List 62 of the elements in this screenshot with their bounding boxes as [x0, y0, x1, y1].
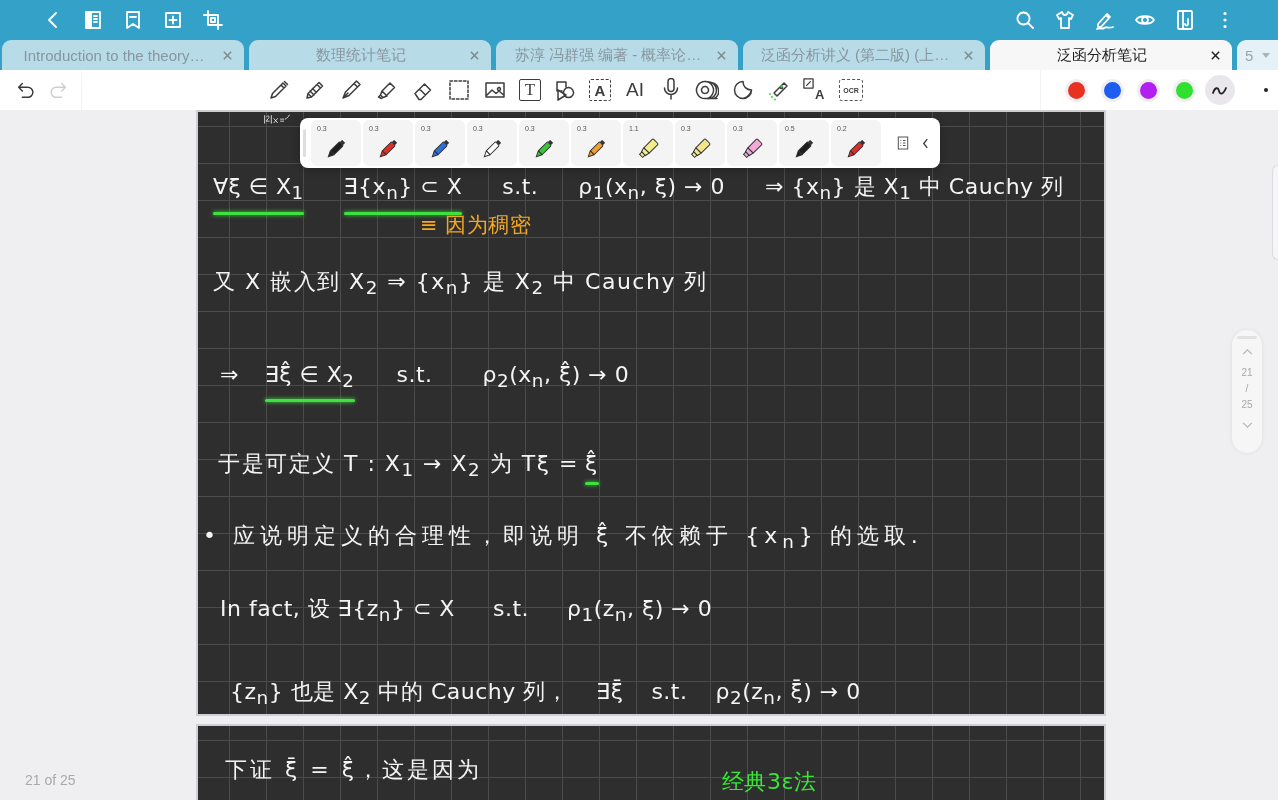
fountain-pen-icon[interactable]: [339, 78, 363, 102]
handwritten-text: ∃{x$_{n}$} ⊂ X: [343, 173, 463, 206]
stroke-style-icon[interactable]: [1205, 75, 1235, 105]
handwritten-text: ρ$_{2}$(x$_{n}$, ξ̂) → 0: [482, 360, 630, 394]
tape-roll-icon[interactable]: [695, 78, 719, 102]
color-swatch-icon[interactable]: [1101, 78, 1124, 102]
handwritten-text: 又 X 嵌入到 X$_{2}$ ⇒ {x$_{n}$} 是 X$_{2}$ 中 Cauchy 列: [213, 267, 708, 301]
handwritten-text: s.t.: [651, 677, 688, 706]
popup-grip[interactable]: [303, 129, 306, 157]
handwritten-text: ≡ 因为稠密: [420, 214, 532, 235]
handwritten-text: • 应说明定义的合理性，即说明 ξ̂ 不依赖于 {x$_{n}$} 的选取.: [203, 521, 923, 555]
add-page-icon[interactable]: [162, 9, 184, 31]
handwritten-text: 下证 ξ̄ = ξ̂，这是因为: [225, 755, 482, 784]
tab-title: 数理统计笔记: [316, 45, 406, 65]
handwritten-text: ∀ξ ∈ X$_{1}$: [213, 173, 304, 206]
total-page-number: 25: [1241, 398, 1253, 412]
crop-icon[interactable]: [202, 9, 224, 31]
color-swatch-icon[interactable]: [1173, 78, 1196, 102]
handwritten-text: ρ$_{2}$(z$_{n}$, ξ̄) → 0: [715, 677, 861, 710]
tab-title: 泛函分析讲义 (第二版) (上…: [760, 45, 950, 65]
handwritten-text: s.t.: [502, 173, 539, 202]
tab[interactable]: 泛函分析笔记: [990, 40, 1232, 70]
sticker-icon[interactable]: [731, 78, 755, 102]
shirt-icon[interactable]: [1054, 9, 1076, 31]
handwritten-text: ⇒: [220, 361, 239, 390]
ai-button[interactable]: AI: [623, 78, 647, 102]
search-icon[interactable]: [1014, 9, 1036, 31]
sidebar-panel-icon[interactable]: [82, 9, 104, 31]
text-recognition-button[interactable]: A: [589, 79, 611, 101]
page-separator: /: [1245, 382, 1249, 396]
tab-title: 苏淳 冯群强 编著 - 概率论…: [514, 45, 702, 65]
close-icon[interactable]: [1210, 50, 1221, 61]
stroke-size-icon[interactable]: [1264, 88, 1268, 92]
handwritten-text: ξ̂: [584, 449, 599, 479]
chevron-down-icon[interactable]: [1241, 422, 1253, 429]
handwritten-text: ∃ξ̄: [596, 677, 624, 706]
translate-button[interactable]: A: [803, 78, 827, 102]
color-swatch-icon[interactable]: [1065, 78, 1088, 102]
handwritten-text: {z$_{n}$} 也是 X$_{2}$ 中的 Cauchy 列，: [230, 677, 569, 710]
tablet-note-icon[interactable]: [1174, 9, 1196, 31]
handwritten-text: ⇒ {x$_{n}$} 是 X$_{1}$ 中 Cauchy 列: [765, 173, 1064, 206]
caret-down-icon: [1262, 52, 1271, 58]
text-tool-button[interactable]: T: [519, 79, 541, 101]
handwritten-text: s.t.: [492, 595, 529, 624]
chevron-up-icon[interactable]: [1241, 348, 1253, 355]
handwritten-text: In fact, 设 ∃{z$_{n}$} ⊂ X: [220, 595, 455, 628]
handwritten-text: ∃ξ̂ ∈ X$_{2}$: [264, 360, 355, 394]
handwritten-text: 于是可定义 T : X$_{1}$ → X$_{2}$ 为 Tξ =: [218, 450, 579, 483]
page-counter: 21 of 25: [25, 772, 77, 788]
handwritten-text: ρ$_{1}$(x$_{n}$, ξ) → 0: [578, 173, 725, 206]
tab-title: 泛函分析笔记: [1057, 45, 1147, 65]
handwritten-text: 经典3ε法: [721, 768, 817, 796]
fineliner-pen-icon[interactable]: [267, 78, 291, 102]
shapes-icon[interactable]: [553, 78, 577, 102]
current-page-number: 21: [1241, 366, 1253, 380]
handwritten-text: s.t.: [396, 361, 433, 390]
tab-title: Introduction to the theory…: [23, 46, 205, 64]
chevron-left-icon[interactable]: [922, 137, 929, 149]
handwritten-text: ρ$_{1}$(z$_{n}$, ξ) → 0: [567, 595, 713, 628]
list-settings-icon[interactable]: [897, 136, 909, 150]
color-swatch-icon[interactable]: [1137, 78, 1160, 102]
dashed-selection-icon[interactable]: [447, 78, 471, 102]
